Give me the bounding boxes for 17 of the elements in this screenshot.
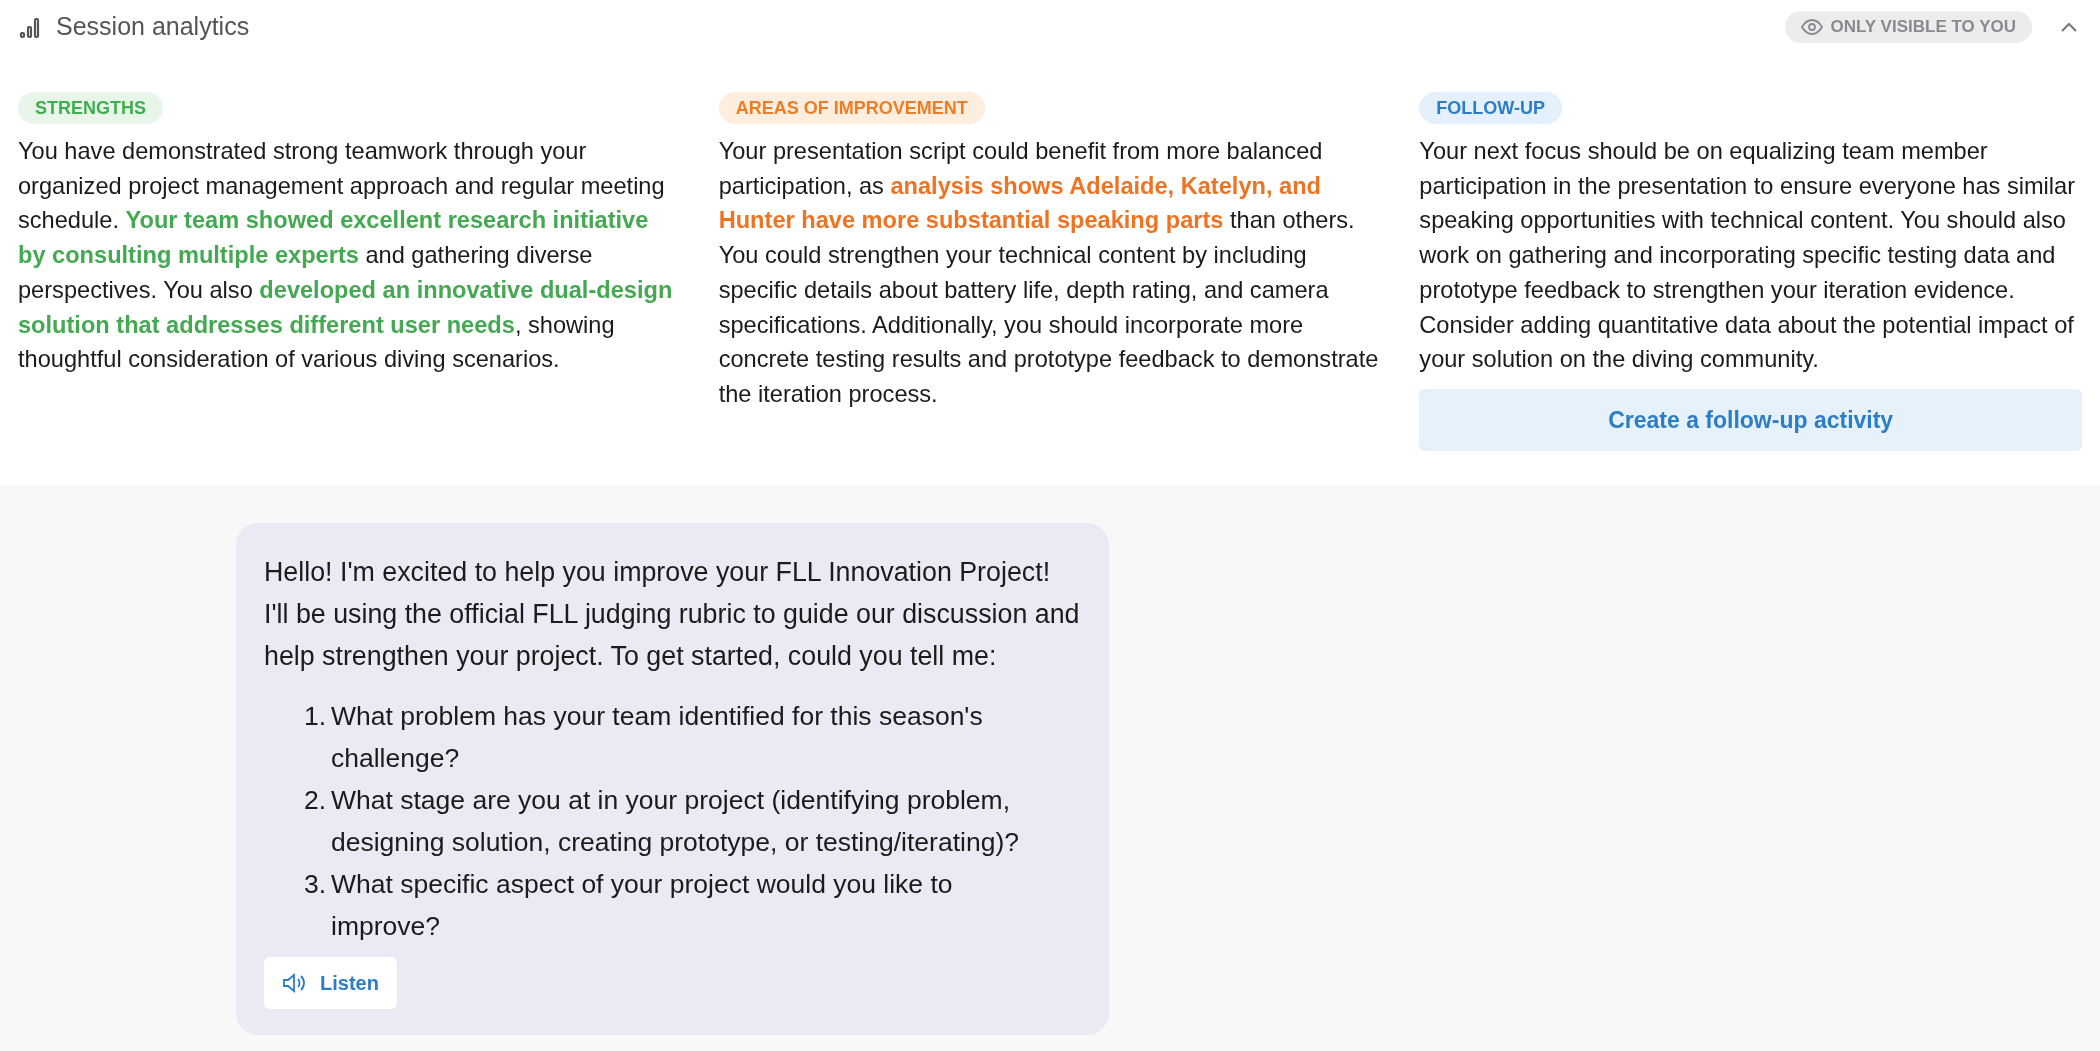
message-text: Hello! I'm excited to help you improve your FLL Innovation Project! I'll be using the official FLL judging rubric to guide our discussion and help strengthen your project. To get started, could you tell me: — [264, 555, 1081, 673]
category-badge: STRENGTHS — [18, 92, 163, 124]
category-badge: AREAS OF IMPROVEMENT — [718, 92, 985, 124]
question-text: What specific aspect of your project would you like to improve? — [331, 867, 954, 943]
feedback-paragraph: Your next focus should be on equalizing team member participation in the presentation to ensure everyone has similar speaking opportunities with technical content. You should also work on gathering and incorporating specific testing data and prototype feedback to strengthen your iteration evidence. Consider adding quantitative data about the potential impact of your solution on the diving community. — [1419, 137, 2077, 375]
visibility-badge: ONLY VISIBLE TO YOU — [1784, 11, 2032, 43]
feedback-paragraph: You have demonstrated strong teamwork through your organized project management approach and regular meeting schedule. Your team showed excellent research initiative by consulting multiple experts and gathering diverse perspectives. You also developed an innovative dual-design solution that addresses different user needs, showing thoughtful consideration of various diving scenarios. — [18, 137, 674, 375]
list-number: 2. — [304, 783, 328, 817]
feedback-paragraph: Your presentation script could benefit from more balanced participation, as analysis shows Adelaide, Katelyn, and Hunter have more substantial speaking parts than others. You could strengthen your technical content by including specific details about battery life, depth rating, and camera specifications. Additionally, you should incorporate more concrete testing results and prototype feedback to demonstrate the iteration process. — [718, 137, 1380, 409]
category-badge: FOLLOW-UP — [1419, 92, 1562, 124]
section-title: Session analytics — [56, 11, 250, 43]
question-text: What problem has your team identified for this season's challenge? — [331, 699, 984, 775]
question-text: What stage are you at in your project (identifying problem, designing solution, creating prototype, or testing/iterating)? — [331, 783, 1020, 859]
list-number: 3. — [304, 867, 328, 901]
follow-up-button[interactable]: Create a follow-up activity — [1419, 388, 2082, 451]
list-number: 1. — [304, 699, 328, 733]
listen-button[interactable]: Listen — [264, 956, 397, 1009]
